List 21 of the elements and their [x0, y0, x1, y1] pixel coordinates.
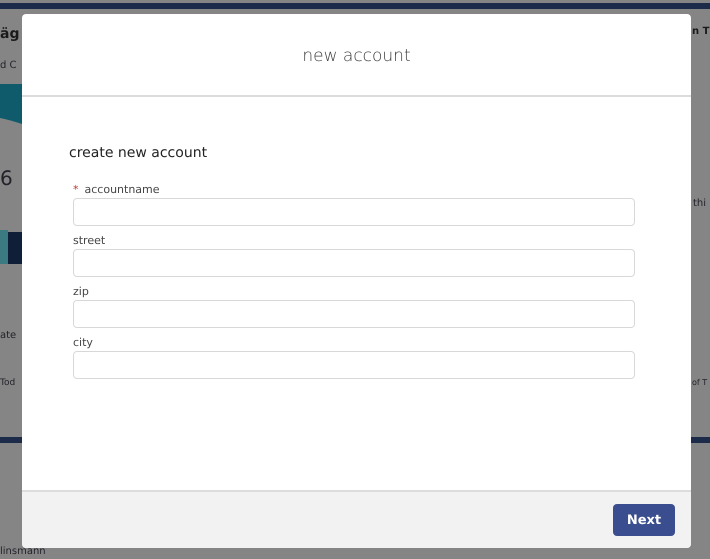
next-button[interactable]: Next	[613, 504, 675, 536]
field-label: accountname	[84, 183, 160, 196]
background-text: d C	[0, 60, 17, 72]
modal-title: new account	[302, 44, 411, 66]
background-text: of T	[692, 378, 708, 388]
background-text: Tod	[0, 378, 16, 389]
background-text: ate	[0, 330, 16, 342]
required-icon: *	[73, 183, 78, 196]
field-label: street	[73, 234, 106, 247]
field-label: city	[73, 336, 93, 349]
background-text: n T	[692, 26, 710, 38]
background-text: 6	[0, 166, 13, 190]
background-text: äg	[0, 26, 20, 43]
input-field[interactable]	[73, 198, 635, 226]
background-text: thi	[693, 198, 706, 210]
background-text: linsmann	[0, 546, 46, 558]
input-field[interactable]	[73, 300, 635, 328]
field-label: zip	[73, 285, 89, 298]
form-heading: create new account	[69, 145, 208, 161]
input-field[interactable]	[73, 351, 635, 379]
input-field[interactable]	[73, 249, 635, 277]
